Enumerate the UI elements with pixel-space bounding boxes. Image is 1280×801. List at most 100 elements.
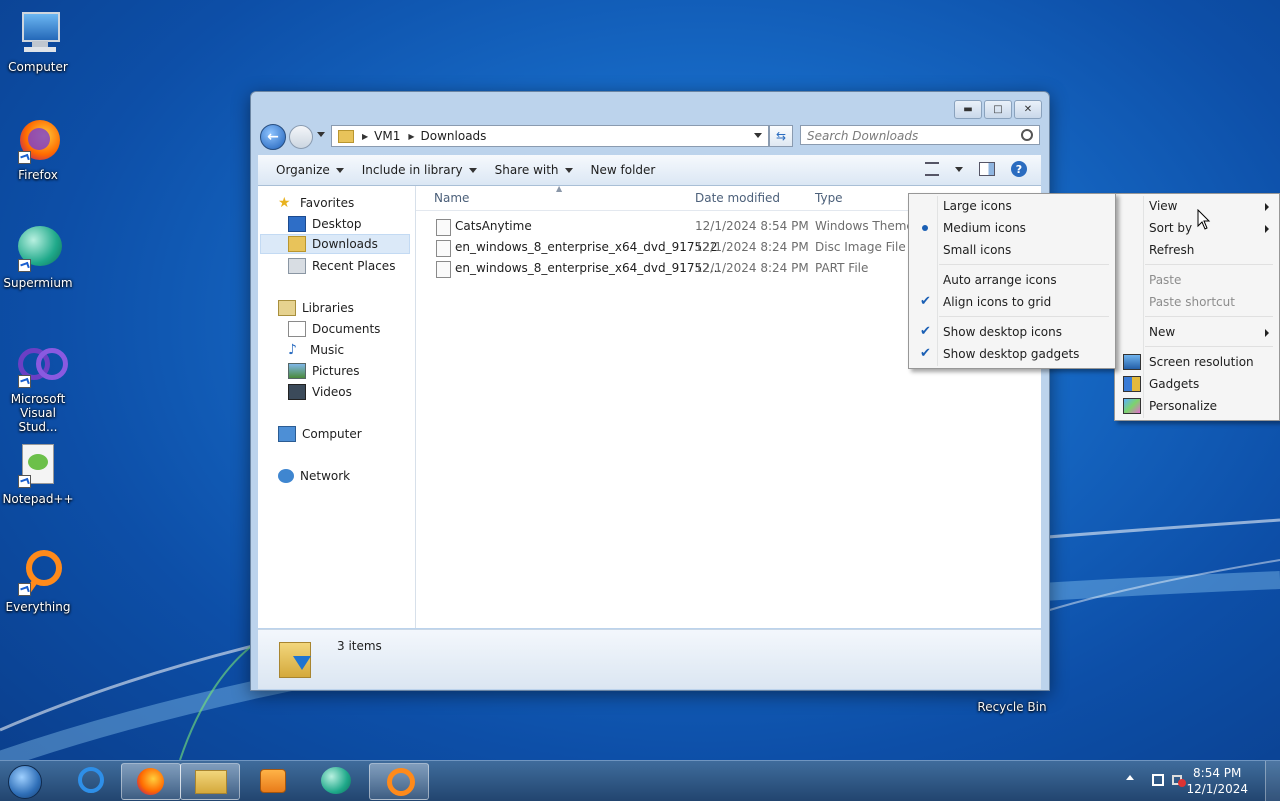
menu-small-icons[interactable]: Small icons xyxy=(911,239,1113,261)
menu-align-grid[interactable]: ✔ Align icons to grid xyxy=(911,291,1113,313)
computer-icon xyxy=(278,426,296,442)
menu-show-desktop-icons[interactable]: ✔ Show desktop icons xyxy=(911,321,1113,343)
action-center-icon[interactable] xyxy=(1152,774,1164,786)
clock[interactable]: 8:54 PM 12/1/2024 xyxy=(1186,765,1248,797)
recent-pages-dropdown[interactable] xyxy=(317,132,325,137)
column-name[interactable]: Name xyxy=(434,191,469,205)
change-view-icon[interactable] xyxy=(925,162,939,176)
nav-network[interactable]: Network xyxy=(278,466,350,486)
close-button[interactable]: ✕ xyxy=(1014,100,1042,119)
start-button[interactable] xyxy=(2,762,46,800)
firefox-icon xyxy=(137,768,164,795)
forward-button[interactable] xyxy=(289,125,313,149)
desktop-icon-computer[interactable]: Computer xyxy=(0,8,76,74)
downloads-folder-icon xyxy=(288,236,306,252)
explorer-window[interactable]: ▬ □ ✕ ← ▶ VM1 ▶ Downloads ⇆ Search Downl… xyxy=(250,91,1050,691)
checkmark-icon: ✔ xyxy=(920,346,931,361)
taskbar-explorer[interactable] xyxy=(180,763,240,800)
address-dropdown-icon[interactable] xyxy=(754,133,762,138)
navigation-pane: ★ Favorites Desktop Downloads Recent Plac… xyxy=(258,186,416,628)
search-placeholder: Search Downloads xyxy=(807,129,919,143)
menu-show-desktop-gadgets[interactable]: ✔ Show desktop gadgets xyxy=(911,343,1113,365)
libraries-icon xyxy=(278,300,296,316)
network-disconnected-icon[interactable] xyxy=(1172,773,1186,787)
include-in-library-button[interactable]: Include in library xyxy=(362,163,477,177)
organize-button[interactable]: Organize xyxy=(276,163,344,177)
menu-gadgets[interactable]: Gadgets xyxy=(1117,373,1277,395)
taskbar-media-player[interactable] xyxy=(243,763,301,798)
nav-videos[interactable]: Videos xyxy=(288,382,352,402)
folder-icon xyxy=(338,129,354,143)
menu-personalize[interactable]: Personalize xyxy=(1117,395,1277,417)
gadgets-icon xyxy=(1123,376,1141,392)
share-with-button[interactable]: Share with xyxy=(495,163,573,177)
column-type[interactable]: Type xyxy=(815,191,843,205)
address-bar[interactable]: ▶ VM1 ▶ Downloads xyxy=(331,125,769,147)
desktop-icon-notepadpp[interactable]: Notepad++ xyxy=(0,440,76,506)
media-player-icon xyxy=(260,769,286,793)
submenu-arrow-icon xyxy=(1265,225,1269,233)
windows-logo-icon xyxy=(8,765,42,799)
everything-icon xyxy=(387,768,415,796)
menu-paste-shortcut: Paste shortcut xyxy=(1149,295,1235,309)
network-icon xyxy=(278,469,294,483)
everything-icon xyxy=(14,548,62,596)
disc-image-file-icon xyxy=(436,240,451,257)
desktop-icon-supermium[interactable]: Supermium xyxy=(0,224,76,290)
search-input[interactable]: Search Downloads xyxy=(800,125,1040,145)
nav-music[interactable]: ♪ Music xyxy=(288,340,344,360)
shortcut-arrow-icon xyxy=(18,259,31,272)
shortcut-arrow-icon xyxy=(18,583,31,596)
new-folder-button[interactable]: New folder xyxy=(591,163,656,177)
internet-explorer-icon xyxy=(78,767,104,793)
nav-libraries[interactable]: Libraries xyxy=(278,298,354,318)
nav-pictures[interactable]: Pictures xyxy=(288,361,360,381)
nav-downloads[interactable]: Downloads xyxy=(260,234,410,254)
minimize-button[interactable]: ▬ xyxy=(954,100,982,119)
search-icon xyxy=(1021,129,1033,141)
personalize-icon xyxy=(1123,398,1141,414)
taskbar-firefox[interactable] xyxy=(121,763,181,800)
breadcrumb-downloads[interactable]: Downloads xyxy=(421,129,487,143)
nav-documents[interactable]: Documents xyxy=(288,319,380,339)
explorer-folder-icon xyxy=(195,770,227,794)
menu-auto-arrange[interactable]: Auto arrange icons xyxy=(911,269,1113,291)
desktop-icon-everything[interactable]: Everything xyxy=(0,548,76,614)
menu-large-icons[interactable]: Large icons xyxy=(911,195,1113,217)
menu-medium-icons[interactable]: Medium icons xyxy=(911,217,1113,239)
visual-studio-icon xyxy=(14,340,68,388)
show-hidden-icons-icon[interactable] xyxy=(1126,775,1134,780)
nav-desktop[interactable]: Desktop xyxy=(288,214,362,234)
shortcut-arrow-icon xyxy=(18,151,31,164)
menu-screen-resolution[interactable]: Screen resolution xyxy=(1117,351,1277,373)
back-button[interactable]: ← xyxy=(260,124,286,150)
submenu-arrow-icon xyxy=(1265,203,1269,211)
taskbar-supermium[interactable] xyxy=(307,763,365,798)
star-icon: ★ xyxy=(278,195,291,211)
show-desktop-button[interactable] xyxy=(1265,761,1280,801)
shortcut-arrow-icon xyxy=(18,475,31,488)
column-date-modified[interactable]: Date modified xyxy=(695,191,780,205)
view-dropdown-icon[interactable] xyxy=(955,166,963,172)
desktop-icon-visual-studio[interactable]: Microsoft Visual Stud... xyxy=(0,340,76,434)
computer-icon xyxy=(14,8,62,56)
desktop-icon xyxy=(288,216,306,232)
maximize-button[interactable]: □ xyxy=(984,100,1012,119)
breadcrumb-vm1[interactable]: VM1 xyxy=(374,129,400,143)
taskbar-internet-explorer[interactable] xyxy=(62,763,120,798)
refresh-button[interactable]: ⇆ xyxy=(769,125,793,147)
pictures-icon xyxy=(288,363,306,379)
menu-refresh[interactable]: Refresh xyxy=(1117,239,1277,261)
preview-pane-icon[interactable] xyxy=(979,162,995,176)
desktop-icon-firefox[interactable]: Firefox xyxy=(0,116,76,182)
nav-computer[interactable]: Computer xyxy=(278,424,362,444)
documents-icon xyxy=(288,321,306,337)
help-icon[interactable]: ? xyxy=(1011,161,1027,177)
nav-recent-places[interactable]: Recent Places xyxy=(288,256,395,276)
menu-new[interactable]: New xyxy=(1117,321,1277,343)
mouse-cursor-icon xyxy=(1197,209,1211,230)
taskbar-everything[interactable] xyxy=(369,763,429,800)
downloads-folder-icon xyxy=(279,638,313,678)
nav-favorites[interactable]: ★ Favorites xyxy=(278,193,354,213)
radio-selected-icon xyxy=(922,225,928,231)
